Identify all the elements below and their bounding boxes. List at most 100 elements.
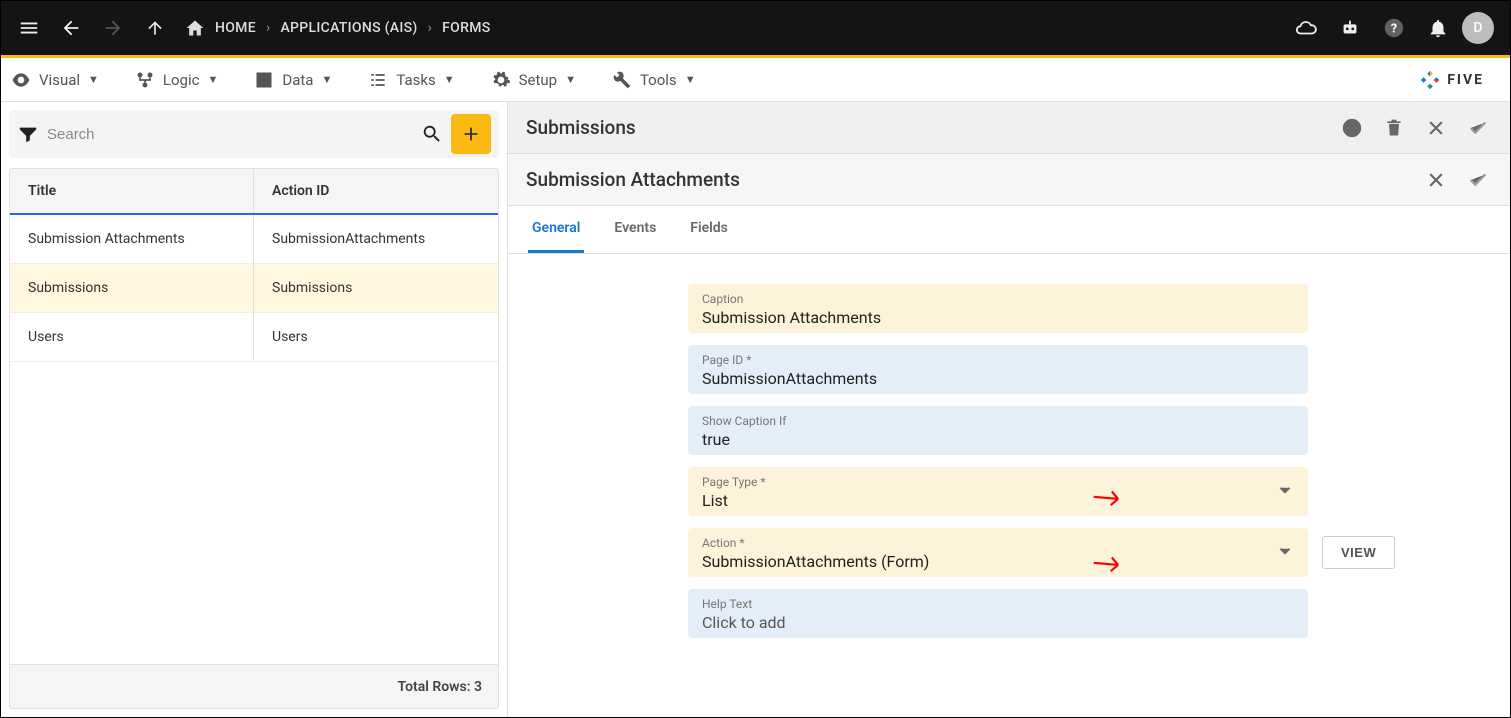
panel-header-submissions: Submissions — [508, 102, 1510, 154]
cell-action-id: Submissions — [254, 264, 498, 312]
close-icon[interactable] — [1422, 166, 1450, 194]
check-icon[interactable] — [1464, 114, 1492, 142]
view-button[interactable]: VIEW — [1322, 536, 1395, 569]
chevron-right-icon: › — [266, 20, 271, 36]
notifications-icon[interactable] — [1418, 8, 1458, 48]
menu-logic-label: Logic — [163, 71, 200, 89]
forms-table: Title Action ID Submission Attachments S… — [9, 168, 499, 709]
field-label: Page ID * — [702, 353, 1294, 367]
menu-tasks-label: Tasks — [396, 71, 435, 89]
menu-setup-label: Setup — [519, 71, 557, 89]
home-icon[interactable] — [185, 18, 205, 38]
tab-events[interactable]: Events — [610, 206, 660, 253]
menubar: Visual ▼ Logic ▼ Data ▼ Tasks ▼ Setup ▼ Tools… — [1, 58, 1510, 102]
table-row[interactable]: Users Users — [10, 313, 498, 362]
panel-title: Submission Attachments — [526, 168, 740, 191]
crumb-home[interactable]: HOME — [215, 20, 256, 36]
close-icon[interactable] — [1422, 114, 1450, 142]
panel-title: Submissions — [526, 116, 636, 139]
delete-icon[interactable] — [1380, 114, 1408, 142]
field-label: Help Text — [702, 597, 1294, 611]
tab-fields[interactable]: Fields — [686, 206, 732, 253]
up-icon[interactable] — [135, 8, 175, 48]
breadcrumb: HOME › APPLICATIONS (AIS) › FORMS — [177, 18, 499, 38]
menu-tasks[interactable]: Tasks ▼ — [368, 70, 454, 90]
right-panel: Submissions Submission Attachments Gener… — [507, 102, 1510, 717]
field-value: Click to add — [702, 613, 1294, 632]
search-icon[interactable] — [421, 123, 443, 145]
check-icon[interactable] — [1464, 166, 1492, 194]
field-value: List — [702, 491, 1294, 510]
field-value: SubmissionAttachments (Form) — [702, 552, 1294, 571]
help-text-field[interactable]: Help Text Click to add — [688, 589, 1308, 638]
caret-down-icon: ▼ — [88, 73, 99, 86]
add-button[interactable] — [451, 114, 491, 154]
help-icon[interactable]: ? — [1374, 8, 1414, 48]
cell-action-id: SubmissionAttachments — [254, 215, 498, 263]
brand-text: FIVE — [1447, 72, 1484, 88]
cell-action-id: Users — [254, 313, 498, 361]
menu-data[interactable]: Data ▼ — [254, 70, 332, 90]
caret-down-icon: ▼ — [321, 73, 332, 86]
field-label: Caption — [702, 292, 1294, 306]
field-value: Submission Attachments — [702, 308, 1294, 327]
field-label: Show Caption If — [702, 414, 1294, 428]
topbar-left: HOME › APPLICATIONS (AIS) › FORMS — [9, 8, 499, 48]
cell-title: Submissions — [10, 264, 254, 312]
caret-down-icon: ▼ — [444, 73, 455, 86]
topbar-right: ? D — [1286, 8, 1502, 48]
table-body: Submission Attachments SubmissionAttachm… — [10, 215, 498, 664]
brand-logo: FIVE — [1419, 69, 1500, 91]
table-row[interactable]: Submissions Submissions — [10, 264, 498, 313]
menu-data-label: Data — [282, 71, 313, 89]
bot-icon[interactable] — [1330, 8, 1370, 48]
search-input[interactable] — [47, 126, 413, 143]
tab-general[interactable]: General — [528, 206, 584, 253]
menu-tools[interactable]: Tools ▼ — [612, 70, 696, 90]
back-circle-icon[interactable] — [1338, 114, 1366, 142]
th-title[interactable]: Title — [10, 169, 254, 213]
chevron-down-icon — [1276, 481, 1294, 503]
forward-icon — [93, 8, 133, 48]
menu-setup[interactable]: Setup ▼ — [491, 70, 576, 90]
panel-header-attachments: Submission Attachments — [508, 154, 1510, 206]
table-header: Title Action ID — [10, 169, 498, 215]
action-field[interactable]: Action * SubmissionAttachments (Form) — [688, 528, 1308, 577]
menu-visual-label: Visual — [39, 71, 80, 89]
menu-visual[interactable]: Visual ▼ — [11, 70, 99, 90]
topbar: HOME › APPLICATIONS (AIS) › FORMS ? D — [1, 1, 1510, 55]
page-type-field[interactable]: Page Type * List — [688, 467, 1308, 516]
show-caption-if-field[interactable]: Show Caption If true — [688, 406, 1308, 455]
avatar[interactable]: D — [1462, 12, 1494, 44]
field-label: Action * — [702, 536, 1294, 550]
panel-actions — [1422, 166, 1492, 194]
cell-title: Submission Attachments — [10, 215, 254, 263]
table-row[interactable]: Submission Attachments SubmissionAttachm… — [10, 215, 498, 264]
caption-field[interactable]: Caption Submission Attachments — [688, 284, 1308, 333]
form-area: Caption Submission Attachments Page ID *… — [508, 254, 1510, 717]
caret-down-icon: ▼ — [565, 73, 576, 86]
cell-title: Users — [10, 313, 254, 361]
menu-tools-label: Tools — [640, 71, 677, 89]
field-value: true — [702, 430, 1294, 449]
hamburger-icon[interactable] — [9, 8, 49, 48]
caret-down-icon: ▼ — [207, 73, 218, 86]
svg-text:?: ? — [1391, 22, 1397, 37]
total-rows: Total Rows: 3 — [398, 679, 482, 695]
field-label: Page Type * — [702, 475, 1294, 489]
chevron-down-icon — [1276, 542, 1294, 564]
caret-down-icon: ▼ — [685, 73, 696, 86]
panel-actions — [1338, 114, 1492, 142]
page-id-field[interactable]: Page ID * SubmissionAttachments — [688, 345, 1308, 394]
cloud-icon[interactable] — [1286, 8, 1326, 48]
crumb-applications[interactable]: APPLICATIONS (AIS) — [280, 20, 417, 36]
th-action-id[interactable]: Action ID — [254, 169, 498, 213]
crumb-forms[interactable]: FORMS — [442, 20, 490, 36]
field-value: SubmissionAttachments — [702, 369, 1294, 388]
back-icon[interactable] — [51, 8, 91, 48]
main: Title Action ID Submission Attachments S… — [1, 102, 1510, 717]
filter-icon[interactable] — [17, 123, 39, 145]
menu-logic[interactable]: Logic ▼ — [135, 70, 218, 90]
chevron-right-icon: › — [428, 20, 433, 36]
search-row — [9, 110, 499, 158]
